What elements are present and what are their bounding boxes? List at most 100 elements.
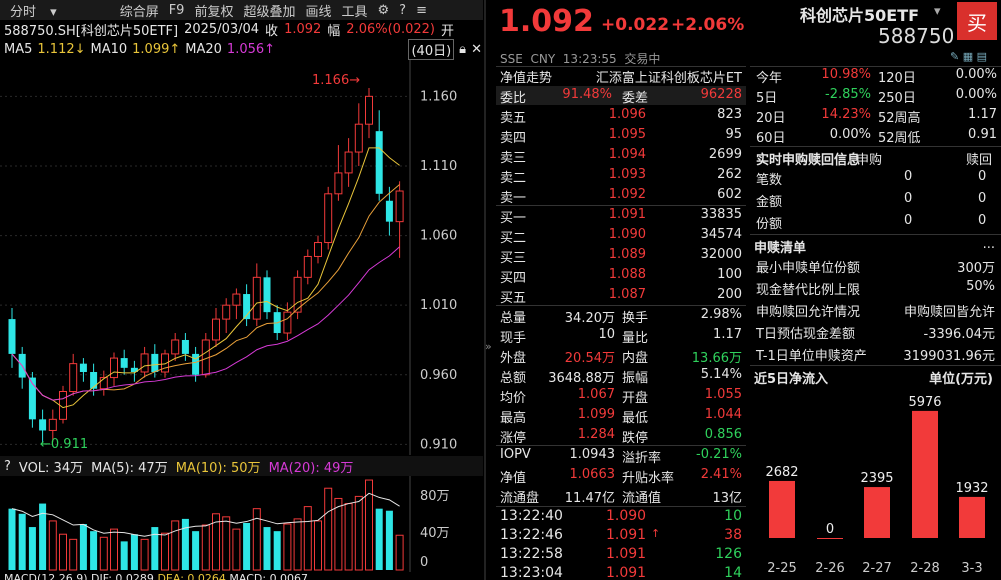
candle-body bbox=[90, 372, 98, 389]
range-value: 2.06%(0.022) bbox=[346, 21, 435, 37]
candle-body bbox=[365, 95, 373, 125]
perf-value: 0.00% bbox=[955, 87, 997, 102]
volume-legend: ? VOL: 34万 MA(5): 47万 MA(10): 50万 MA(20)… bbox=[0, 456, 483, 476]
perf-label: 60日 bbox=[756, 131, 786, 146]
stat-value: 1.067 bbox=[577, 387, 615, 402]
open-label: 开 bbox=[440, 23, 454, 39]
inflow-value-label: 5976 bbox=[908, 395, 941, 410]
volume-bar bbox=[395, 534, 404, 571]
asks-label: 卖四 bbox=[500, 131, 527, 146]
menu-draw[interactable]: 画线 bbox=[300, 1, 336, 20]
candle-body bbox=[48, 418, 57, 431]
tick-time: 13:22:46 bbox=[500, 527, 563, 543]
bids-price: 1.087 bbox=[608, 287, 646, 302]
redeem-label: 笔数 bbox=[756, 173, 783, 188]
inflow-category-label: 2-28 bbox=[910, 561, 940, 576]
name-dropdown-icon[interactable]: ▾ bbox=[934, 4, 941, 19]
bids-volume: 200 bbox=[717, 287, 742, 302]
macd-value: MACD: 0.0067 bbox=[229, 572, 309, 580]
macd-legend: MACD(12,26,9) DIF: 0.0289 DEA: 0.0264 MA… bbox=[4, 572, 482, 580]
volume-bar bbox=[171, 520, 180, 571]
candle-body bbox=[8, 319, 16, 354]
vol-ma20: MA(20): 49万 bbox=[268, 460, 354, 476]
perf-value: -2.85% bbox=[825, 87, 871, 102]
candle-body bbox=[385, 200, 393, 222]
list-value: 300万 bbox=[957, 261, 995, 276]
settings-icon[interactable]: ⚙ bbox=[373, 3, 395, 18]
candle-body bbox=[39, 419, 47, 431]
menu-adjust[interactable]: 前复权 bbox=[189, 1, 238, 20]
ratio-row: 委比 91.48% 委差 96228 bbox=[496, 86, 746, 106]
menu-f9[interactable]: F9 bbox=[164, 3, 190, 18]
asks-price: 1.094 bbox=[608, 147, 646, 162]
y-tick-label: 1.110 bbox=[420, 159, 457, 174]
stat-value: 1.0943 bbox=[569, 447, 616, 462]
help-icon[interactable]: ? bbox=[394, 3, 411, 18]
volume-bar bbox=[385, 510, 393, 570]
vol-axis-0: 0 bbox=[420, 555, 428, 570]
nav-trend-row[interactable]: 净值走势 汇添富上证科创板芯片ET bbox=[500, 67, 742, 86]
volume-bar bbox=[303, 506, 312, 571]
stat-value: 13.66万 bbox=[691, 351, 742, 366]
question-icon[interactable]: ? bbox=[4, 459, 11, 474]
candle-body bbox=[334, 172, 343, 195]
candle-body bbox=[232, 293, 241, 306]
ma20-label: MA20 bbox=[185, 41, 222, 57]
inflow-bar bbox=[959, 496, 985, 538]
candlestick-chart[interactable]: 1.160 1.110 1.060 1.010 0.960 0.910 1.166→ ←0… bbox=[0, 60, 483, 455]
period-range-button[interactable]: (40日) bbox=[408, 38, 455, 60]
collapse-icon[interactable]: » bbox=[485, 340, 492, 353]
price-change-pct: +2.06% bbox=[671, 15, 745, 35]
perf-value: 1.17 bbox=[968, 107, 997, 122]
inflow-bar bbox=[912, 410, 938, 538]
volume-bar bbox=[324, 487, 333, 571]
ratio-value: 91.48% bbox=[562, 87, 612, 102]
menu-composite[interactable]: 综合屏 bbox=[115, 1, 164, 20]
volume-chart[interactable]: 80万 40万 0 bbox=[0, 476, 483, 572]
asks-price: 1.096 bbox=[608, 107, 646, 122]
security-code: 588750.SH[科创芯片50ETF] bbox=[4, 23, 179, 39]
redeem-subscribe-value: 0 bbox=[904, 191, 913, 206]
tick-price: 1.091 bbox=[606, 527, 647, 543]
volume-bar bbox=[130, 534, 138, 570]
cross-icon[interactable]: ✕ bbox=[471, 42, 482, 57]
perf-label: 今年 bbox=[756, 71, 783, 86]
close-label: 收 bbox=[265, 23, 279, 39]
stat-label: IOPV bbox=[500, 447, 531, 462]
inflow-category-label: 2-27 bbox=[862, 561, 892, 576]
tick-list: 13:22:40 1.090 10 13:22:46 1.091 ↑ 38 13:22:58 1… bbox=[496, 508, 746, 580]
period-selector[interactable]: 分时 ▾ bbox=[0, 1, 67, 20]
stat-label: 净值 bbox=[500, 471, 527, 486]
lock-icon[interactable]: 🔒︎ bbox=[459, 42, 466, 57]
volume-bar bbox=[344, 503, 353, 571]
y-tick-label: 1.060 bbox=[420, 229, 457, 244]
volume-bar bbox=[375, 508, 383, 570]
stat-label: 量比 bbox=[622, 331, 649, 346]
volume-bar bbox=[28, 527, 36, 570]
stat-value: 1.284 bbox=[577, 427, 615, 442]
list-more-button[interactable]: ... bbox=[983, 237, 995, 252]
volume-bar bbox=[69, 538, 78, 571]
edit-icon[interactable]: ✎ ▦ ▤ bbox=[950, 50, 987, 63]
volume-bar bbox=[192, 531, 200, 570]
vol-ma10: MA(10): 50万 bbox=[175, 460, 261, 476]
menu-tools[interactable]: 工具 bbox=[337, 1, 373, 20]
bids-volume: 34574 bbox=[700, 227, 742, 242]
menu-overlay[interactable]: 超级叠加 bbox=[238, 1, 300, 20]
asks-price: 1.095 bbox=[608, 127, 646, 142]
volume-bar bbox=[8, 508, 16, 570]
tick-volume: 38 bbox=[724, 527, 742, 543]
list-label: 申购赎回允许情况 bbox=[756, 305, 861, 320]
candle-body bbox=[212, 318, 220, 341]
stat-label: 开盘 bbox=[622, 391, 649, 406]
inflow-value-label: 1932 bbox=[955, 481, 988, 496]
volume-bar bbox=[59, 533, 67, 571]
inflow-category-label: 3-3 bbox=[961, 561, 982, 576]
more-icon[interactable]: ≡ bbox=[411, 3, 432, 18]
inflow-value-label: 2395 bbox=[860, 471, 893, 486]
tick-volume: 10 bbox=[724, 508, 742, 524]
buy-button[interactable]: 买 bbox=[957, 2, 997, 40]
high-annotation: 1.166→ bbox=[312, 73, 360, 88]
bids-volume: 33835 bbox=[700, 207, 742, 222]
redeem-header: 实时申购赎回信息 申购 赎回 bbox=[754, 148, 999, 168]
